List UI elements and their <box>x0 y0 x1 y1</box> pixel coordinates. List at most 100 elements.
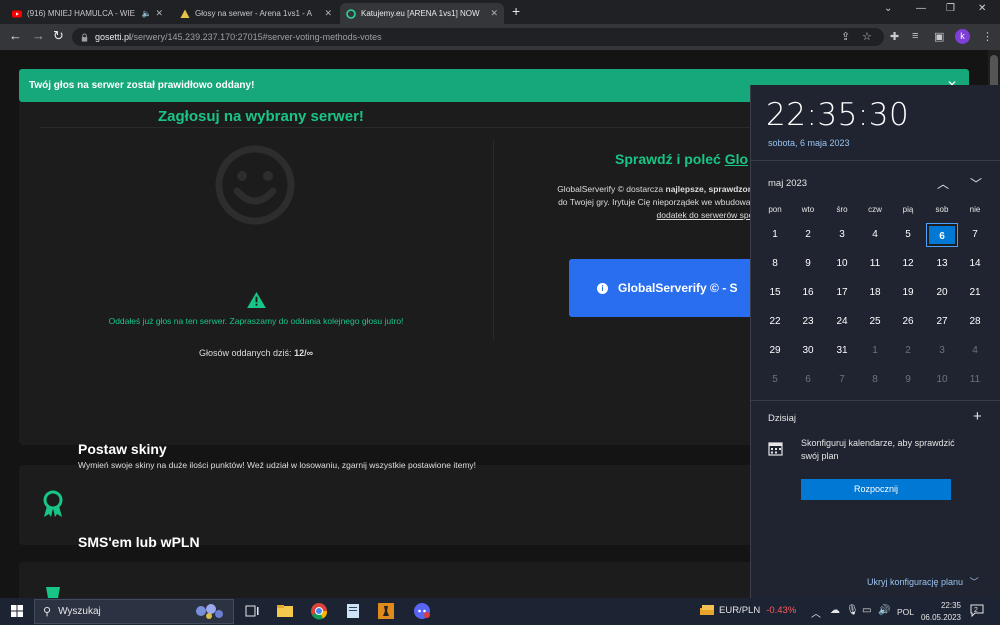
calendar-day[interactable]: 2 <box>893 340 923 362</box>
globalserverify-button[interactable]: i GlobalServerify © - S <box>569 259 769 317</box>
tab-glosy[interactable]: Głosy na serwer - Arena 1vs1 - A ✕ <box>174 3 338 24</box>
calendar-day[interactable]: 16 <box>793 282 823 304</box>
katujemy-favicon-icon <box>346 8 356 19</box>
calendar-day[interactable]: 19 <box>893 282 923 304</box>
display-icon[interactable]: ▭ <box>862 605 871 616</box>
alert-text: Twój głos na serwer został prawidłowo od… <box>29 80 255 91</box>
calendar-day[interactable]: 31 <box>827 340 857 362</box>
next-month-icon[interactable]: ﹀ <box>970 175 982 192</box>
currency-ticker[interactable]: EUR/PLN -0.43% <box>700 604 796 616</box>
notepad-app-icon[interactable] <box>343 601 363 621</box>
windows-start-icon[interactable] <box>11 605 23 617</box>
calendar-day[interactable]: 25 <box>860 311 890 333</box>
previous-month-icon[interactable]: ︿ <box>937 175 949 192</box>
calendar-day[interactable]: 4 <box>860 224 890 246</box>
chevron-down-icon: ﹀ <box>969 577 979 587</box>
reload-icon[interactable]: ↻ <box>53 28 64 44</box>
calendar-day[interactable]: 1 <box>860 340 890 362</box>
month-label[interactable]: maj 2023 <box>768 178 807 189</box>
calendar-day[interactable]: 1 <box>760 224 790 246</box>
calendar-day[interactable]: 27 <box>927 311 957 333</box>
calendar-day[interactable]: 22 <box>760 311 790 333</box>
lock-icon[interactable] <box>80 32 89 42</box>
calendar-day[interactable]: 9 <box>793 253 823 275</box>
file-explorer-icon[interactable] <box>275 601 295 621</box>
calendar-day[interactable]: 8 <box>760 253 790 275</box>
calendar-day[interactable]: 29 <box>760 340 790 362</box>
restore-icon[interactable]: ❐ <box>946 3 955 14</box>
bookmark-star-icon[interactable]: ☆ <box>862 30 872 43</box>
window-close-icon[interactable]: ✕ <box>978 3 986 14</box>
calendar-day[interactable]: 13 <box>927 253 957 275</box>
task-view-icon[interactable] <box>242 601 262 621</box>
flyout-date[interactable]: sobota, 6 maja 2023 <box>768 138 850 148</box>
ticker-symbol: EUR/PLN <box>719 604 761 616</box>
calendar-day[interactable]: 7 <box>827 369 857 391</box>
calendar-day[interactable]: 4 <box>960 340 990 362</box>
calendar-day[interactable]: 8 <box>860 369 890 391</box>
media-control-icon[interactable]: ≡ <box>912 30 918 42</box>
minimize-icon[interactable]: — <box>916 3 926 14</box>
calendar-day[interactable]: 6 <box>793 369 823 391</box>
calendar-day[interactable]: 2 <box>793 224 823 246</box>
share-icon[interactable]: ⇪ <box>841 30 850 43</box>
calendar-day[interactable]: 7 <box>960 224 990 246</box>
taskbar-search[interactable]: ⚲ Wyszukaj <box>34 599 234 624</box>
addon-link[interactable]: dodatek do serwerów społe <box>657 210 760 220</box>
close-icon[interactable]: ✕ <box>324 8 332 19</box>
add-event-plus-icon[interactable]: + <box>973 408 982 425</box>
calendar-day[interactable]: 21 <box>960 282 990 304</box>
calendar-day[interactable]: 11 <box>860 253 890 275</box>
cloud-icon[interactable]: ☁ <box>830 605 840 616</box>
side-panel-icon[interactable]: ▣ <box>934 30 944 43</box>
calendar-day[interactable]: 5 <box>760 369 790 391</box>
calendar-day[interactable]: 17 <box>827 282 857 304</box>
audio-icon[interactable]: 🔈 <box>141 9 151 18</box>
calendar-day[interactable]: 5 <box>893 224 923 246</box>
calendar-day[interactable]: 30 <box>793 340 823 362</box>
tab-katujemy[interactable]: Katujemy.eu [ARENA 1vs1] NOW ✕ <box>340 3 504 24</box>
new-tab-plus-icon[interactable]: + <box>512 3 520 19</box>
start-button[interactable]: Rozpocznij <box>801 479 951 500</box>
notifications-icon[interactable]: 2 <box>970 604 988 620</box>
microphone-icon[interactable]: 🎙 <box>846 605 859 616</box>
close-icon[interactable]: ✕ <box>490 8 498 19</box>
calendar-day[interactable]: 15 <box>760 282 790 304</box>
calendar-day[interactable]: 3 <box>827 224 857 246</box>
profile-avatar[interactable]: k <box>955 29 970 44</box>
menu-kebab-icon[interactable]: ⋮ <box>982 30 993 43</box>
forward-arrow-icon[interactable]: → <box>32 28 45 43</box>
hide-plan-config-link[interactable]: Ukryj konfigurację planu ﹀ <box>867 575 979 588</box>
address-bar[interactable]: gosetti.pl/serwery/145.239.237.170:27015… <box>72 28 884 46</box>
counter-strike-icon[interactable] <box>376 601 396 621</box>
calendar-day[interactable]: 10 <box>827 253 857 275</box>
volume-icon[interactable]: 🔊 <box>878 605 890 616</box>
tab-youtube[interactable]: (916) MNIEJ HAMULCA - WIE 🔈 ✕ <box>6 3 169 24</box>
chrome-icon[interactable] <box>309 601 329 621</box>
title-link[interactable]: Glo <box>725 151 748 167</box>
calendar-day-today[interactable]: 6 <box>926 223 958 247</box>
configure-calendar-text: Skonfiguruj kalendarze, aby sprawdzić sw… <box>801 438 955 461</box>
show-hidden-icons-chevron-icon[interactable]: ︿ <box>811 605 821 620</box>
tab-search-chevron-icon[interactable]: ⌄ <box>884 3 892 14</box>
calendar-day[interactable]: 26 <box>893 311 923 333</box>
back-arrow-icon[interactable]: ← <box>9 28 22 43</box>
calendar-day[interactable]: 20 <box>927 282 957 304</box>
calendar-day[interactable]: 11 <box>960 369 990 391</box>
calendar-day[interactable]: 28 <box>960 311 990 333</box>
discord-icon[interactable] <box>412 601 432 621</box>
calendar-day[interactable]: 23 <box>793 311 823 333</box>
extensions-puzzle-icon[interactable]: ✚ <box>890 30 899 43</box>
flyout-separator <box>751 160 1000 161</box>
calendar-day[interactable]: 3 <box>927 340 957 362</box>
calendar-day[interactable]: 14 <box>960 253 990 275</box>
calendar-day[interactable]: 10 <box>927 369 957 391</box>
calendar-day[interactable]: 12 <box>893 253 923 275</box>
language-indicator[interactable]: POL <box>897 607 914 617</box>
taskbar-clock[interactable]: 22:35 06.05.2023 <box>915 600 961 624</box>
calendar-day[interactable]: 9 <box>893 369 923 391</box>
calendar-day[interactable]: 18 <box>860 282 890 304</box>
tab-strip: (916) MNIEJ HAMULCA - WIE 🔈 ✕ Głosy na s… <box>0 0 1000 24</box>
calendar-day[interactable]: 24 <box>827 311 857 333</box>
close-icon[interactable]: ✕ <box>155 8 163 19</box>
